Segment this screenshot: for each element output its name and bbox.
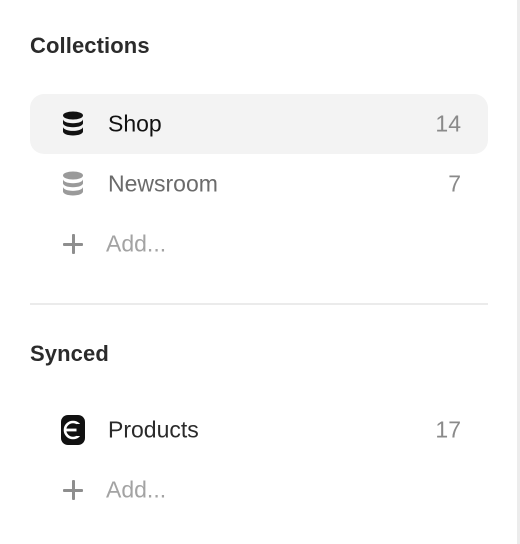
collection-item-newsroom[interactable]: Newsroom 7 — [30, 154, 488, 214]
database-icon — [61, 111, 85, 137]
add-collection-label: Add... — [106, 230, 167, 257]
add-synced-button[interactable]: Add... — [30, 465, 488, 515]
collection-item-label: Newsroom — [108, 170, 218, 197]
collections-section-title: Collections — [30, 33, 150, 58]
plus-icon — [63, 234, 83, 254]
database-icon — [61, 171, 85, 197]
section-divider — [30, 303, 488, 305]
collection-item-count: 14 — [435, 110, 461, 137]
collection-item-count: 7 — [448, 170, 461, 197]
plus-icon — [63, 480, 83, 500]
collection-item-label: Shop — [108, 110, 162, 137]
synced-item-products[interactable]: Products 17 — [30, 400, 488, 460]
add-collection-button[interactable]: Add... — [30, 219, 488, 269]
synced-item-label: Products — [108, 416, 199, 443]
add-synced-label: Add... — [106, 476, 167, 503]
app-logo-icon — [61, 415, 85, 445]
collection-item-shop[interactable]: Shop 14 — [30, 94, 488, 154]
synced-item-count: 17 — [435, 416, 461, 443]
synced-section-title: Synced — [30, 341, 109, 366]
